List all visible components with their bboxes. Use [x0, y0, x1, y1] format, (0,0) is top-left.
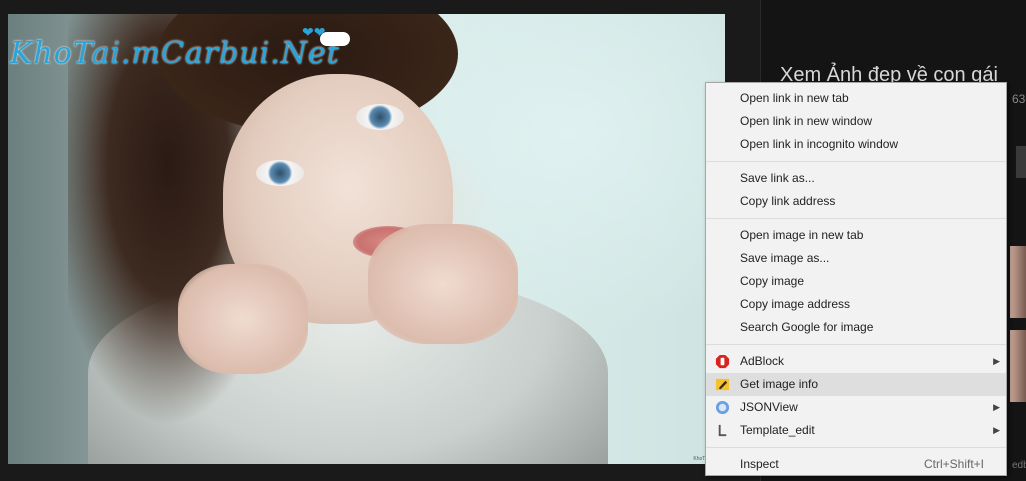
menu-separator [706, 344, 1006, 345]
menu-item-label: Open link in new window [740, 114, 873, 128]
thumbnail-1[interactable] [1010, 246, 1026, 318]
image-watermark: KhoTai.mCarbui.Net [10, 36, 340, 71]
menu-item-label: Template_edit [740, 423, 815, 437]
menu-copy-image[interactable]: Copy image [706, 270, 1006, 293]
menu-adblock[interactable]: AdBlock ▶ [706, 350, 1006, 373]
menu-save-image-as[interactable]: Save image as... [706, 247, 1006, 270]
submenu-arrow-icon: ▶ [993, 425, 1000, 435]
main-image[interactable]: KhoTai.mCarbui.Net ❤❤ KhoTaiM... [8, 14, 725, 464]
adblock-icon [715, 354, 730, 369]
menu-open-link-new-window[interactable]: Open link in new window [706, 110, 1006, 133]
menu-open-image-new-tab[interactable]: Open image in new tab [706, 224, 1006, 247]
menu-item-label: Copy image address [740, 297, 851, 311]
menu-jsonview[interactable]: JSONView ▶ [706, 396, 1006, 419]
menu-item-label: Copy image [740, 274, 805, 288]
menu-item-label: Open image in new tab [740, 228, 864, 242]
menu-copy-image-address[interactable]: Copy image address [706, 293, 1006, 316]
page-subtitle: 630 [1012, 92, 1026, 106]
menu-separator [706, 161, 1006, 162]
menu-item-label: Copy link address [740, 194, 836, 208]
submenu-arrow-icon: ▶ [993, 356, 1000, 366]
template-edit-icon [718, 424, 727, 437]
image-eye-left [256, 160, 304, 186]
menu-item-label: Open link in new tab [740, 91, 849, 105]
menu-search-google-image[interactable]: Search Google for image [706, 316, 1006, 339]
image-hand-right [368, 224, 518, 344]
image-hand-left [178, 264, 308, 374]
context-menu: Open link in new tab Open link in new wi… [705, 82, 1007, 476]
menu-shortcut: Ctrl+Shift+I [923, 457, 984, 471]
menu-item-label: Get image info [740, 377, 819, 391]
menu-item-label: Open link in incognito window [740, 137, 899, 151]
menu-separator [706, 447, 1006, 448]
jsonview-icon [715, 400, 730, 415]
menu-template-edit[interactable]: Template_edit ▶ [706, 419, 1006, 442]
image-info-icon [715, 378, 730, 391]
menu-get-image-info[interactable]: Get image info [706, 373, 1006, 396]
menu-item-label: Search Google for image [740, 320, 874, 334]
image-eye-right [356, 104, 404, 130]
menu-item-label: AdBlock [740, 354, 785, 368]
panel-button[interactable] [1016, 146, 1026, 178]
submenu-arrow-icon: ▶ [993, 402, 1000, 412]
thumbnail-2[interactable] [1010, 330, 1026, 402]
menu-item-label: JSONView [740, 400, 798, 414]
menu-separator [706, 218, 1006, 219]
menu-copy-link-address[interactable]: Copy link address [706, 190, 1006, 213]
menu-item-label: Save link as... [740, 171, 815, 185]
panel-footer-text: edb [1012, 460, 1026, 471]
menu-item-label: Inspect [740, 457, 779, 471]
menu-item-label: Save image as... [740, 251, 830, 265]
cloud-icon [320, 32, 350, 46]
menu-open-link-new-tab[interactable]: Open link in new tab [706, 87, 1006, 110]
menu-open-link-incognito[interactable]: Open link in incognito window [706, 133, 1006, 156]
menu-save-link-as[interactable]: Save link as... [706, 167, 1006, 190]
menu-inspect[interactable]: Inspect Ctrl+Shift+I [706, 453, 1006, 476]
